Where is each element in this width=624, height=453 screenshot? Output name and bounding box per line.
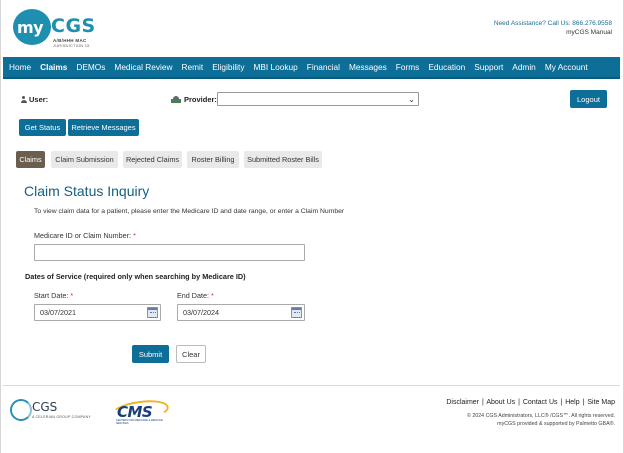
end-date-label: End Date: *: [177, 291, 214, 300]
footer-link-disclaimer[interactable]: Disclaimer: [446, 399, 479, 406]
intro-text: To view claim data for a patient, please…: [34, 208, 345, 215]
nav-forms[interactable]: Forms: [396, 62, 425, 72]
copyright-line: © 2024 CGS Administrators, LLC® /CGS℠. A…: [466, 413, 615, 419]
calendar-icon[interactable]: [291, 307, 302, 318]
retrieve-messages-button[interactable]: Retrieve Messages: [68, 119, 139, 136]
end-date-value: 03/07/2024: [183, 308, 219, 317]
nav-eligibility[interactable]: Eligibility: [212, 62, 249, 72]
tab-claims[interactable]: Claims: [16, 151, 45, 168]
tab-roster-billing[interactable]: Roster Billing: [187, 151, 239, 168]
start-date-input[interactable]: 03/07/2021: [34, 304, 161, 321]
required-marker: *: [210, 291, 214, 300]
tab-submitted-roster-bills[interactable]: Submitted Roster Bills: [244, 151, 322, 168]
nav-medical-review[interactable]: Medical Review: [114, 62, 177, 72]
user-icon: [20, 96, 27, 103]
main-nav: Home Claims DEMOs Medical Review Remit E…: [3, 57, 620, 79]
cms-tagline: CENTERS FOR MEDICARE & MEDICAID SERVICES: [116, 419, 164, 425]
start-date-label: Start Date: *: [34, 291, 73, 300]
user-info: User:: [20, 95, 48, 104]
nav-admin[interactable]: Admin: [512, 62, 541, 72]
footer-link-help[interactable]: Help: [565, 399, 579, 406]
nav-claims[interactable]: Claims: [40, 62, 72, 72]
nav-messages[interactable]: Messages: [349, 62, 392, 72]
chevron-down-icon: ⌄: [408, 95, 415, 104]
provider-info: Provider:: [171, 95, 217, 104]
nav-demos[interactable]: DEMOs: [76, 62, 110, 72]
tab-rejected-claims[interactable]: Rejected Claims: [123, 151, 182, 168]
user-label: User:: [29, 95, 49, 104]
tab-claim-submission[interactable]: Claim Submission: [51, 151, 118, 168]
clear-button[interactable]: Clear: [176, 345, 206, 363]
page: my CGS A/B/HHH MAC JURISDICTION 15 Need …: [0, 0, 624, 453]
footer-link-contact-us[interactable]: Contact Us: [523, 399, 558, 406]
medicare-id-input[interactable]: [34, 244, 305, 261]
nav-home[interactable]: Home: [9, 62, 36, 72]
nav-mbi-lookup[interactable]: MBI Lookup: [253, 62, 302, 72]
page-title: Claim Status Inquiry: [24, 183, 150, 199]
required-marker: *: [70, 291, 74, 300]
cgs-swirl-icon: [10, 399, 32, 421]
cgs-logo-text: CGS: [32, 400, 58, 414]
get-status-button[interactable]: Get Status: [19, 119, 66, 136]
nav-financial[interactable]: Financial: [307, 62, 345, 72]
nav-support[interactable]: Support: [474, 62, 508, 72]
footer-separator: |: [582, 399, 585, 406]
footer-separator: |: [481, 399, 484, 406]
footer-divider: [3, 385, 620, 386]
provider-icon: [171, 96, 181, 103]
submit-button[interactable]: Submit: [132, 345, 169, 363]
footer-separator: |: [560, 399, 563, 406]
dates-of-service-heading: Dates of Service (required only when sea…: [25, 272, 246, 281]
footer-links: Disclaimer | About Us | Contact Us | Hel…: [446, 399, 615, 406]
mycgs-manual-link[interactable]: myCGS Manual: [494, 28, 612, 37]
provider-select[interactable]: ⌄: [217, 92, 419, 106]
nav-education[interactable]: Education: [428, 62, 470, 72]
required-marker: *: [133, 231, 136, 240]
logout-button[interactable]: Logout: [570, 90, 607, 108]
logo-cgs-text: CGS: [51, 15, 96, 37]
provider-label: Provider:: [184, 95, 217, 104]
cgs-tagline: A CELERIAN GROUP COMPANY: [32, 415, 91, 419]
assistance-phone: Need Assistance? Call Us: 866.276.9558: [493, 20, 612, 27]
logo-jurisdiction-line2: JURISDICTION 15: [53, 43, 90, 48]
assistance-info: Need Assistance? Call Us: 866.276.9558 m…: [494, 19, 612, 37]
calendar-icon[interactable]: [147, 307, 158, 318]
footer-separator: |: [518, 399, 520, 406]
nav-my-account[interactable]: My Account: [545, 62, 593, 72]
footer-link-site-map[interactable]: Site Map: [587, 399, 615, 406]
cgs-logo: CGS A CELERIAN GROUP COMPANY: [10, 398, 105, 424]
cms-logo: CMS CENTERS FOR MEDICARE & MEDICAID SERV…: [109, 397, 171, 425]
nav-remit[interactable]: Remit: [182, 62, 209, 72]
mycgs-logo[interactable]: my CGS A/B/HHH MAC JURISDICTION 15: [13, 9, 123, 49]
logo-my-text: my: [17, 18, 44, 37]
start-date-value: 03/07/2021: [40, 308, 76, 317]
medicare-id-label-text: Medicare ID or Claim Number:: [34, 231, 132, 240]
medicare-id-label: Medicare ID or Claim Number: *: [34, 231, 136, 240]
provided-by-line: myCGS provided & supported by Palmetto G…: [497, 420, 615, 427]
footer-link-about-us[interactable]: About Us: [486, 399, 515, 406]
end-date-input[interactable]: 03/07/2024: [177, 304, 305, 321]
start-date-label-text: Start Date:: [34, 291, 69, 300]
end-date-label-text: End Date:: [177, 291, 209, 300]
copyright-text: © 2024 CGS Administrators, LLC® /CGS℠. A…: [467, 413, 615, 428]
